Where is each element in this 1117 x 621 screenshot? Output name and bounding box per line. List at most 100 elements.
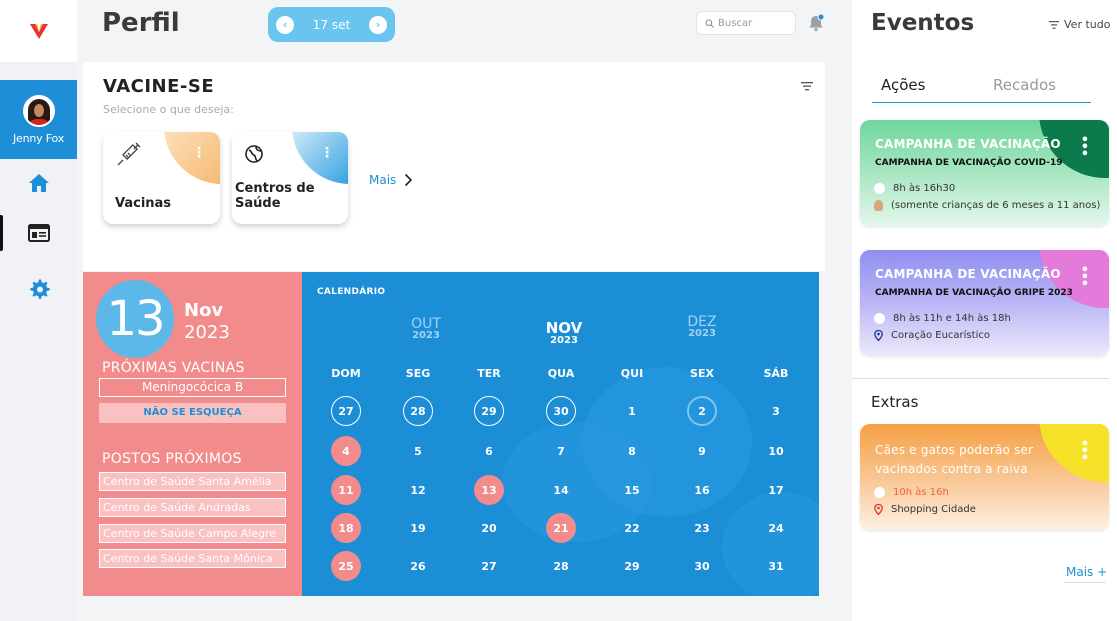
calendar-day[interactable]: 1: [617, 396, 647, 426]
weekday-label: DOM: [331, 367, 361, 380]
calendar-day[interactable]: 28: [403, 396, 433, 426]
calendar-day[interactable]: 30: [687, 551, 717, 581]
calendar-day[interactable]: 21: [546, 513, 576, 543]
see-all-button[interactable]: Ver tudo: [1049, 18, 1110, 31]
nav-settings[interactable]: [0, 269, 77, 309]
nearby-post-item[interactable]: Centro de Saúde Santa Mônica: [99, 549, 286, 568]
logo-icon: [29, 24, 48, 39]
more-services-label: Mais: [369, 173, 397, 187]
month-year: 2023: [550, 335, 578, 346]
more-vertical-icon[interactable]: • • •: [1081, 134, 1089, 162]
more-vertical-icon[interactable]: • • •: [1081, 264, 1089, 292]
calendar-day[interactable]: 5: [403, 436, 433, 466]
child-icon: [874, 200, 883, 211]
calendar-day[interactable]: 18: [331, 513, 361, 543]
calendar-day[interactable]: 22: [617, 513, 647, 543]
event-card[interactable]: • • • CAMPANHA DE VACINAÇÃO CAMPANHA DE VA…: [860, 120, 1109, 226]
filter-icon: [1049, 20, 1059, 29]
calendar-day[interactable]: 12: [403, 475, 433, 505]
clock-icon: [874, 313, 885, 324]
nearby-post-item[interactable]: Centro de Saúde Andradas: [99, 498, 286, 517]
calendar-day[interactable]: 27: [331, 396, 361, 426]
vaccines-card-label: Vacinas: [115, 196, 172, 211]
location-pin-icon: [874, 504, 883, 515]
events-panel: Eventos Ver tudo Ações Recados • • • CAMPA…: [852, 0, 1117, 621]
next-vaccine-item[interactable]: Meningocócica B: [99, 378, 286, 397]
nav-home[interactable]: [0, 163, 77, 203]
calendar-day[interactable]: 26: [403, 551, 433, 581]
calendar-day[interactable]: 6: [474, 436, 504, 466]
event-time-text: 8h às 11h e 14h às 18h: [893, 313, 1011, 324]
weekday-label: TER: [477, 367, 501, 380]
event-subtitle: CAMPANHA DE VACINAÇÃO COVID-19: [875, 158, 1063, 168]
calendar-day[interactable]: 9: [687, 436, 717, 466]
calendar-day[interactable]: 11: [331, 475, 361, 505]
calendar-day[interactable]: 3: [761, 396, 791, 426]
calendar-day[interactable]: 29: [617, 551, 647, 581]
card-menu-icon[interactable]: ⋮: [192, 146, 206, 160]
vaccines-card[interactable]: ⋮ Vacinas: [103, 132, 220, 224]
event-time: 8h às 11h e 14h às 18h: [874, 313, 1011, 324]
vaccinate-subtitle: Selecione o que deseja:: [103, 103, 234, 116]
event-title: CAMPANHA DE VACINAÇÃO: [875, 137, 1061, 151]
event-location: Coração Eucarístico: [874, 330, 990, 341]
nearby-post-item[interactable]: Centro de Saúde Campo Alegre: [99, 524, 286, 543]
more-services-link[interactable]: Mais: [369, 173, 413, 187]
filter-button[interactable]: [801, 76, 813, 95]
calendar-day[interactable]: 14: [546, 475, 576, 505]
card-menu-icon[interactable]: ⋮: [320, 146, 334, 160]
calendar-day[interactable]: 24: [761, 513, 791, 543]
month-current[interactable]: NOV 2023: [524, 319, 604, 346]
event-location-text: Shopping Cidade: [891, 504, 976, 515]
calendar-day[interactable]: 2: [687, 396, 717, 426]
calendar-day[interactable]: 20: [474, 513, 504, 543]
calendar-day[interactable]: 15: [617, 475, 647, 505]
calendar-day[interactable]: 25: [331, 551, 361, 581]
calendar-day[interactable]: 8: [617, 436, 647, 466]
calendar-day[interactable]: 28: [546, 551, 576, 581]
tab-messages[interactable]: Recados: [993, 76, 1056, 94]
calendar-day[interactable]: 23: [687, 513, 717, 543]
calendar-day[interactable]: 17: [761, 475, 791, 505]
search-placeholder: Buscar: [718, 17, 753, 29]
calendar-day[interactable]: 30: [546, 396, 576, 426]
calendar-day[interactable]: 31: [761, 551, 791, 581]
calendar-day[interactable]: 10: [761, 436, 791, 466]
extra-event-card[interactable]: • • • Cães e gatos poderão ser vacinados c…: [860, 424, 1109, 530]
month-prev[interactable]: OUT 2023: [386, 316, 466, 341]
health-centers-card[interactable]: ⋮ Centros de Saúde: [232, 132, 348, 224]
calendar-day[interactable]: 19: [403, 513, 433, 543]
nav-news[interactable]: [0, 213, 77, 253]
event-location: Shopping Cidade: [874, 504, 976, 515]
search-input[interactable]: Buscar: [696, 11, 796, 35]
event-location-text: Coração Eucarístico: [891, 330, 990, 341]
reminder-button[interactable]: NÃO SE ESQUEÇA: [99, 403, 286, 423]
user-profile[interactable]: Jenny Fox: [0, 80, 77, 159]
event-time-text: 10h às 16h: [893, 487, 949, 498]
calendar-day[interactable]: 13: [474, 475, 504, 505]
tab-actions[interactable]: Ações: [881, 76, 925, 94]
more-events-underline: [1064, 582, 1106, 583]
calendar-day[interactable]: 7: [546, 436, 576, 466]
calendar-day[interactable]: 29: [474, 396, 504, 426]
more-vertical-icon[interactable]: • • •: [1081, 438, 1089, 466]
nearby-post-item[interactable]: Centro de Saúde Santa Amélia: [99, 472, 286, 491]
globe-icon: [245, 145, 263, 163]
next-vaccines-heading: PRÓXIMAS VACINAS: [102, 360, 245, 376]
notifications-button[interactable]: [806, 13, 826, 33]
prev-date-button[interactable]: ‹: [276, 15, 294, 34]
weekday-label: SEX: [690, 367, 714, 380]
app-logo[interactable]: [0, 0, 77, 62]
chevron-left-icon: ‹: [282, 18, 288, 31]
event-time: 10h às 16h: [874, 487, 949, 498]
next-date-button[interactable]: ›: [369, 15, 387, 34]
calendar-day[interactable]: 27: [474, 551, 504, 581]
calendar-day[interactable]: 16: [687, 475, 717, 505]
more-events-link[interactable]: Mais +: [1066, 565, 1107, 579]
event-card[interactable]: • • • CAMPANHA DE VACINAÇÃO CAMPANHA DE VA…: [860, 250, 1109, 356]
weekday-label: QUI: [620, 367, 644, 380]
month-next[interactable]: DEZ 2023: [662, 314, 742, 339]
date-selector: ‹ 17 set ›: [268, 7, 395, 42]
calendar-day[interactable]: 4: [331, 436, 361, 466]
avatar: [22, 94, 55, 127]
